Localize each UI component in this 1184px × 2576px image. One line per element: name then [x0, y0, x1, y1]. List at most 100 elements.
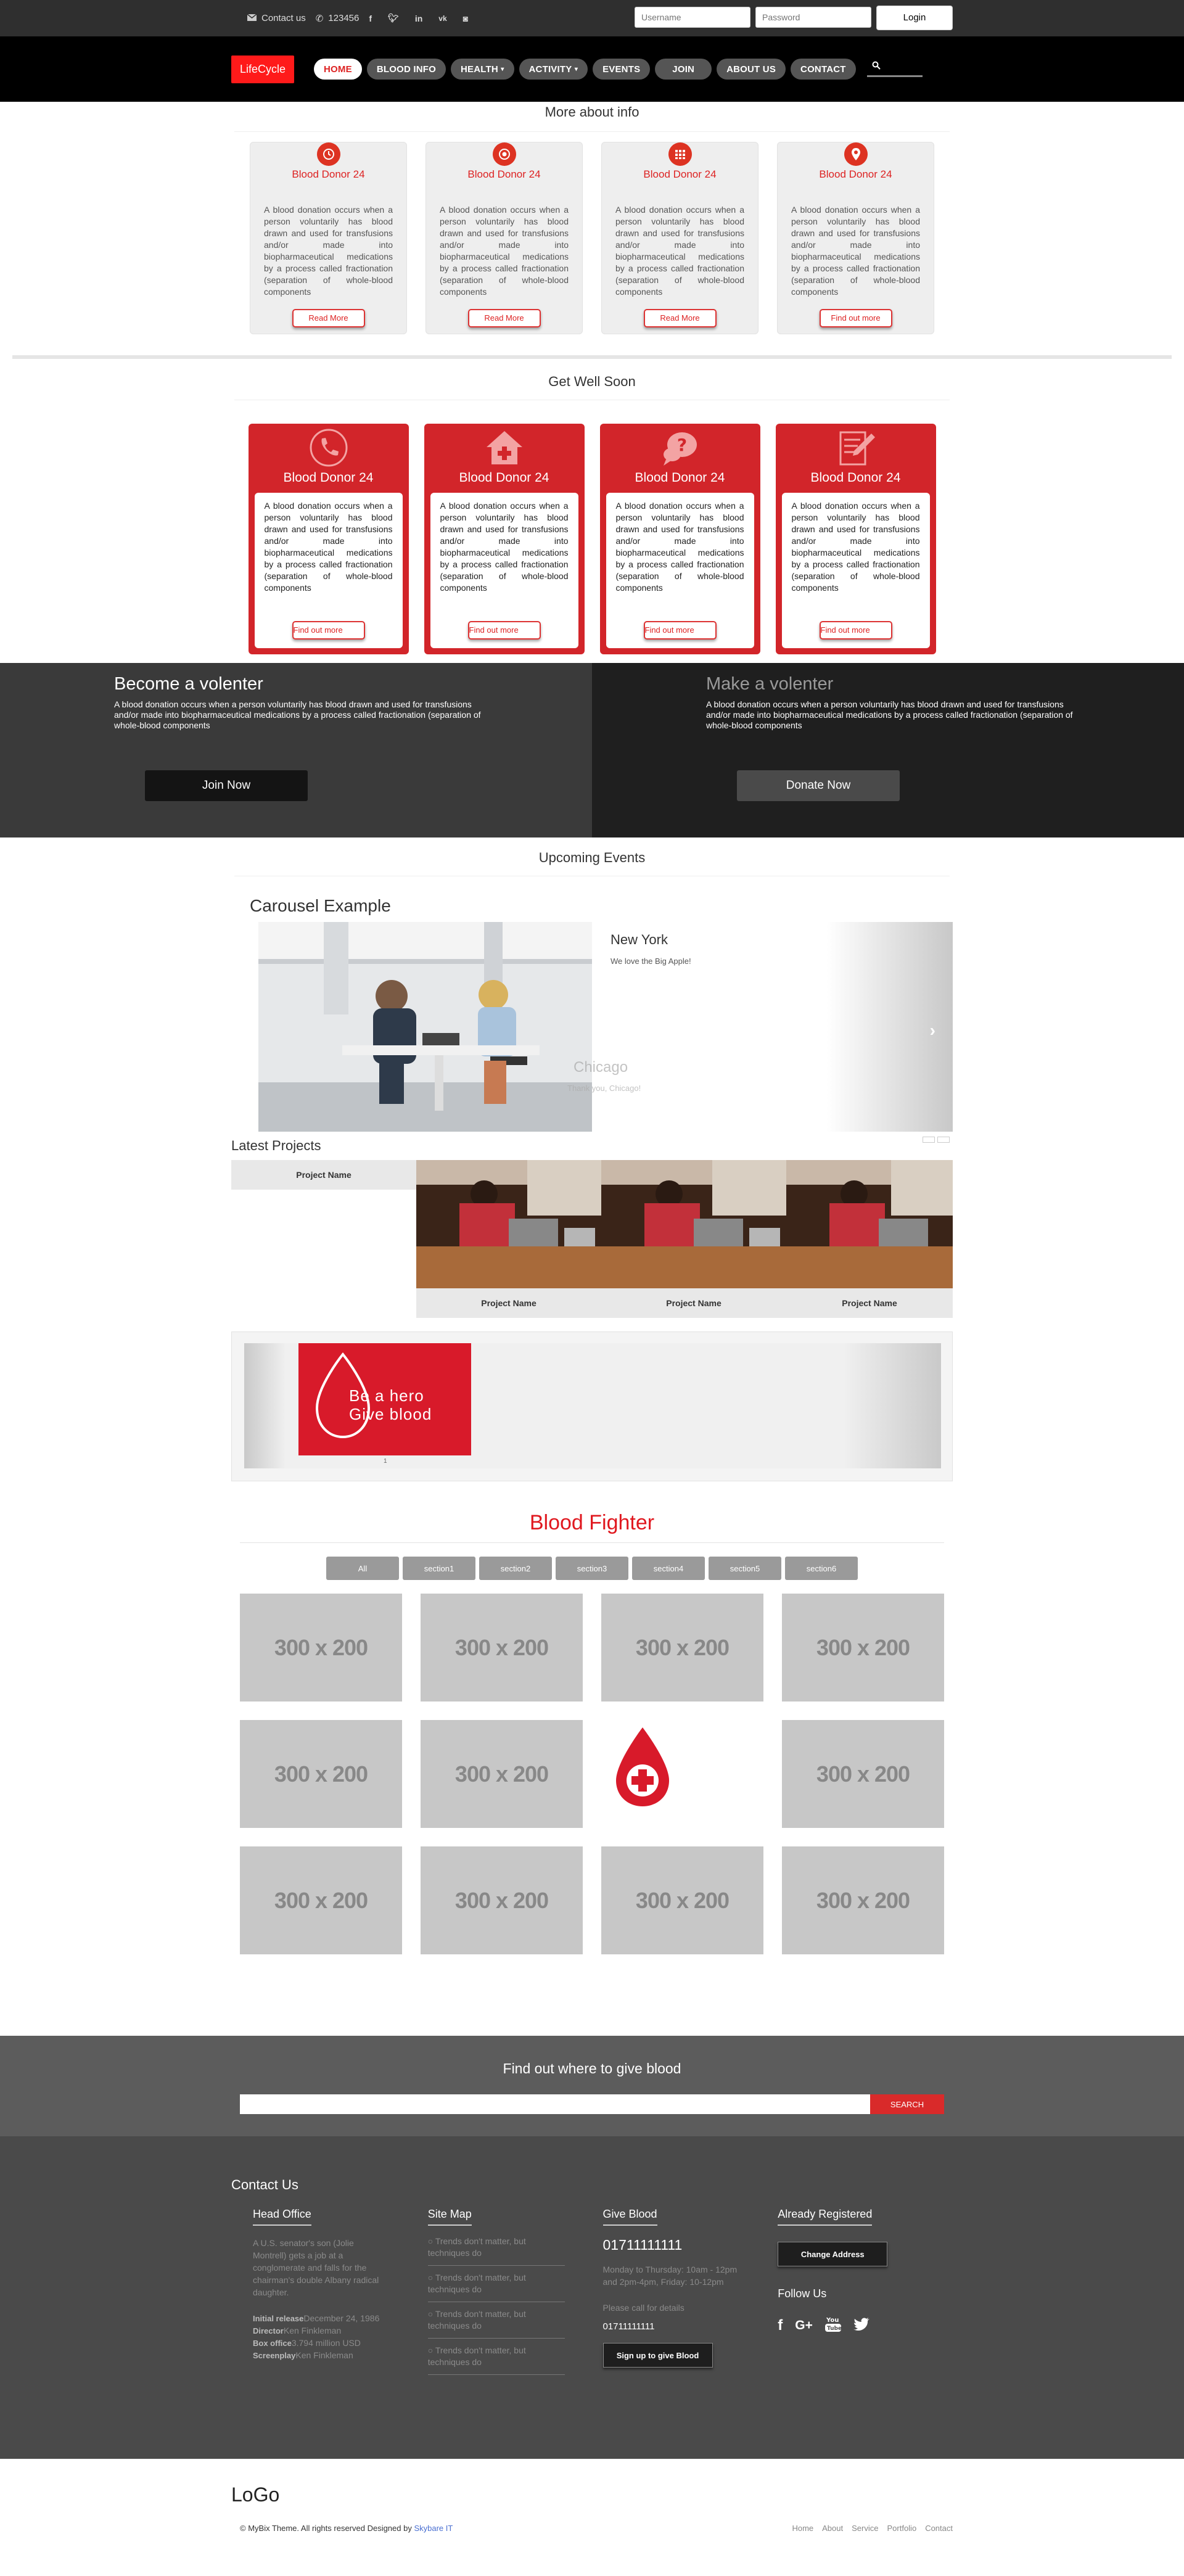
nav-home[interactable]: HOME [314, 59, 362, 80]
filter-all[interactable]: All [326, 1557, 399, 1580]
getwell-card: Blood Donor 24 A blood donation occurs w… [424, 424, 585, 654]
username-input[interactable] [635, 6, 750, 28]
gallery-placeholder[interactable]: 300 x 200 [782, 1720, 944, 1828]
nav-join[interactable]: JOIN [655, 59, 712, 80]
nav-blood-info[interactable]: BLOOD INFO [366, 59, 446, 80]
nav-activity[interactable]: ACTIVITY ▾ [519, 59, 588, 80]
twitter-icon[interactable] [853, 2317, 870, 2334]
find-out-more-button[interactable]: Find out more [467, 621, 541, 640]
follow-icons: f G+ You Tube [778, 2315, 953, 2335]
sitemap-link[interactable]: ○ Trends don't matter, but techniques do [427, 2266, 565, 2302]
read-more-button[interactable]: Read More [643, 309, 717, 327]
footer-link-about[interactable]: About [822, 2524, 843, 2533]
nav-about-us[interactable]: ABOUT US [717, 59, 786, 80]
nav-search[interactable] [866, 60, 923, 78]
gallery-placeholder[interactable]: 300 x 200 [240, 1846, 402, 1954]
card-title: Blood Donor 24 [467, 168, 541, 180]
give-blood-banner[interactable]: Be a hero Give blood [298, 1343, 471, 1455]
find-out-more-button[interactable]: Find out more [819, 621, 892, 640]
footer-link-contact[interactable]: Contact [925, 2524, 953, 2533]
login-button[interactable]: Login [876, 5, 953, 30]
info-card: Blood Donor 24 A blood donation occurs w… [250, 142, 407, 334]
password-input[interactable] [755, 6, 871, 28]
filter-section2[interactable]: section2 [479, 1557, 552, 1580]
project-card[interactable]: Project Name [601, 1160, 786, 1318]
footer-logo[interactable]: LoGo [231, 2459, 953, 2506]
youtube-icon[interactable]: You Tube [824, 2315, 842, 2335]
gallery-placeholder[interactable]: 300 x 200 [421, 1846, 583, 1954]
phone-info: ✆ 123456 [315, 13, 360, 24]
svg-text:?: ? [676, 435, 686, 455]
footer-link-home[interactable]: Home [792, 2524, 813, 2533]
read-more-button[interactable]: Read More [292, 309, 365, 327]
info-card: Blood Donor 24 A blood donation occurs w… [777, 142, 934, 334]
events-title: Upcoming Events [538, 850, 646, 865]
search-button[interactable]: SEARCH [870, 2094, 944, 2114]
contact-link[interactable]: Contact us [247, 13, 306, 23]
nav-health[interactable]: HEALTH ▾ [450, 59, 514, 80]
gallery-placeholder[interactable]: 300 x 200 [240, 1594, 402, 1702]
chevron-right-icon[interactable]: › [930, 1021, 935, 1040]
edit-note-icon [834, 427, 878, 468]
banner-page-number: 1 [384, 1458, 387, 1465]
events-carousel: New York We love the Big Apple! › Chicag… [250, 922, 953, 1132]
facebook-icon[interactable]: f [369, 14, 372, 23]
gallery-placeholder[interactable]: 300 x 200 [782, 1846, 944, 1954]
nav-contact[interactable]: CONTACT [791, 59, 856, 80]
change-address-button[interactable]: Change Address [778, 2242, 888, 2266]
footer-link-service[interactable]: Service [852, 2524, 878, 2533]
projects-section: Latest Projects Project Name Project Nam… [231, 1138, 953, 1318]
question-chat-icon: ? [659, 427, 702, 468]
card-title: Blood Donor 24 [810, 471, 901, 485]
find-section: Find out where to give blood SEARCH [0, 2036, 1184, 2136]
card-text: A blood donation occurs when a person vo… [440, 501, 569, 593]
vk-icon[interactable]: vk [438, 14, 446, 23]
gallery-placeholder[interactable]: 300 x 200 [601, 1846, 763, 1954]
getwell-card: Blood Donor 24 A blood donation occurs w… [248, 424, 409, 654]
footer-link-portfolio[interactable]: Portfolio [887, 2524, 916, 2533]
sitemap-link[interactable]: ○ Trends don't matter, but techniques do [427, 2302, 565, 2339]
detail-value: December 24, 1986 [303, 2313, 380, 2323]
linkedin-icon[interactable]: in [415, 14, 422, 23]
filter-section5[interactable]: section5 [709, 1557, 781, 1580]
read-more-button[interactable]: Read More [467, 309, 541, 327]
card-text: A blood donation occurs when a person vo… [264, 205, 393, 297]
project-card[interactable]: Project Name [416, 1160, 601, 1318]
find-out-more-button[interactable]: Find out more [292, 621, 365, 640]
facebook-icon[interactable]: f [778, 2317, 783, 2334]
sign-up-button[interactable]: Sign up to give Blood [602, 2343, 713, 2368]
gallery-placeholder[interactable]: 300 x 200 [421, 1720, 583, 1828]
filter-section6[interactable]: section6 [785, 1557, 858, 1580]
nav-events[interactable]: EVENTS [593, 59, 651, 80]
twitter-icon[interactable]: 🐦︎ [388, 13, 399, 23]
project-name: Project Name [416, 1288, 601, 1318]
blood-drop-image[interactable] [601, 1720, 763, 1828]
designer-link[interactable]: Skybare IT [414, 2524, 453, 2533]
carousel-title: Carousel Example [250, 896, 391, 915]
circle-icon: ○ [427, 2236, 435, 2246]
gallery-placeholder[interactable]: 300 x 200 [421, 1594, 583, 1702]
site-logo[interactable]: LifeCycle [231, 55, 294, 83]
filter-section1[interactable]: section1 [403, 1557, 475, 1580]
chevron-down-icon: ▾ [501, 65, 504, 73]
find-out-more-button[interactable]: Find out more [643, 621, 717, 640]
google-plus-icon[interactable]: G+ [795, 2318, 813, 2333]
main-navbar: LifeCycle HOME BLOOD INFO HEALTH ▾ ACTIV… [0, 36, 1184, 102]
gallery-placeholder[interactable]: 300 x 200 [601, 1594, 763, 1702]
gallery-placeholder[interactable]: 300 x 200 [240, 1720, 402, 1828]
filter-section4[interactable]: section4 [632, 1557, 705, 1580]
instagram-icon[interactable]: ◙ [463, 14, 468, 23]
project-card[interactable]: Project Name [231, 1160, 416, 1318]
card-text: A blood donation occurs when a person vo… [791, 501, 920, 593]
donate-now-button[interactable]: Donate Now [737, 770, 900, 801]
project-card[interactable]: Project Name [786, 1160, 953, 1318]
filter-section3[interactable]: section3 [556, 1557, 628, 1580]
location-search-input[interactable] [240, 2094, 870, 2114]
find-out-more-button[interactable]: Find out more [819, 309, 892, 327]
sitemap-link-text: Trends don't matter, but techniques do [427, 2273, 526, 2294]
banner-carousel: Be a hero Give blood 1 [231, 1331, 953, 1481]
sitemap-link[interactable]: ○ Trends don't matter, but techniques do [427, 2229, 565, 2266]
gallery-placeholder[interactable]: 300 x 200 [782, 1594, 944, 1702]
sitemap-link[interactable]: ○ Trends don't matter, but techniques do [427, 2339, 565, 2375]
join-now-button[interactable]: Join Now [145, 770, 308, 801]
